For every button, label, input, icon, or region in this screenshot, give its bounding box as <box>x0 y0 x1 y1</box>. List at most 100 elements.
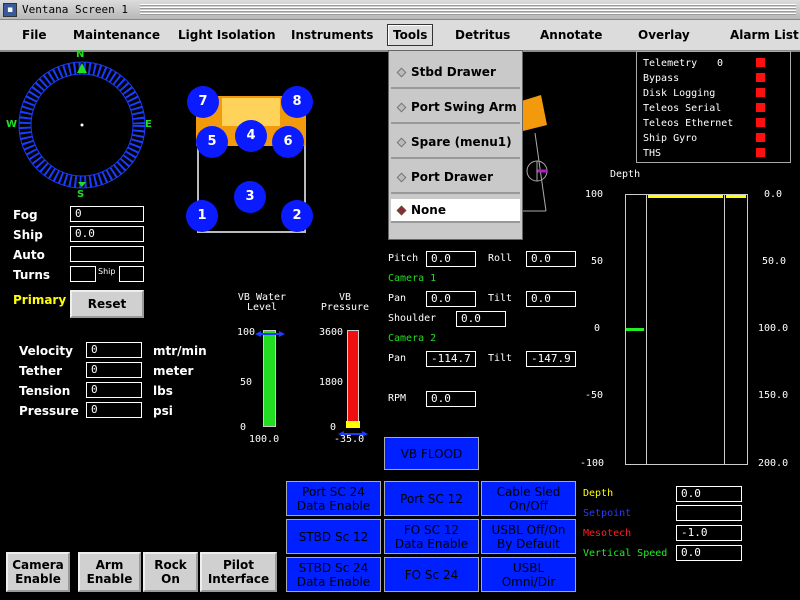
arm-enable-button[interactable]: Arm Enable <box>78 552 141 592</box>
setpoint-readout-field[interactable] <box>676 505 742 521</box>
menu-light-isolation[interactable]: Light Isolation <box>178 28 276 42</box>
tether-field[interactable]: 0 <box>86 362 142 378</box>
reset-turn-button[interactable]: Reset Turn <box>70 290 144 335</box>
depth-trace <box>648 195 723 198</box>
pitch-field[interactable]: 0.0 <box>426 251 476 267</box>
arm-enable-line2: Enable <box>86 572 133 586</box>
cam2-tilt-field[interactable]: -147.9 <box>526 351 576 367</box>
tether-unit: meter <box>153 364 194 378</box>
shoulder-field[interactable]: 0.0 <box>456 311 506 327</box>
usbl-off-on-button[interactable]: USBL Off/On By Default <box>481 519 576 554</box>
fog-field[interactable]: 0 <box>70 206 144 222</box>
depth-left-tick-3: -50 <box>585 390 604 401</box>
fo-sc24-button[interactable]: FO Sc 24 <box>384 557 479 592</box>
ship-field[interactable]: 0.0 <box>70 226 144 242</box>
fo-sc12-button[interactable]: FO SC 12 Data Enable <box>384 519 479 554</box>
status-panel: Telemetry 0 Bypass Disk Logging Teleos S… <box>636 51 791 163</box>
vspeed-readout-field[interactable]: 0.0 <box>676 545 742 561</box>
pilot-interface-button[interactable]: Pilot Interface <box>200 552 277 592</box>
cam2-pan-field[interactable]: -114.7 <box>426 351 476 367</box>
fo-sc12-line2: Data Enable <box>394 536 469 551</box>
tools-item-spare-menu1[interactable]: Spare (menu1) <box>391 126 520 159</box>
turns-ship-field[interactable] <box>119 266 144 282</box>
camera-enable-button[interactable]: Camera Enable <box>6 552 70 592</box>
port-sc12-button[interactable]: Port SC 12 <box>384 481 479 516</box>
rock-on-line2: On <box>161 572 180 586</box>
tools-item-port-swing-arm[interactable]: Port Swing Arm <box>391 91 520 124</box>
title-bar-grip <box>140 4 796 16</box>
mesotech-readout-field[interactable]: -1.0 <box>676 525 742 541</box>
radio-diamond-icon <box>396 102 407 113</box>
cable-sled-line1: Cable Sled <box>496 484 561 499</box>
pilot-interface-line2: Interface <box>207 572 270 586</box>
status-disk-logging-label: Disk Logging <box>643 88 716 99</box>
rock-on-button[interactable]: Rock On <box>143 552 198 592</box>
usbl-omni-dir-line1: USBL <box>512 560 545 575</box>
port-sc24-line2: Data Enable <box>296 498 371 513</box>
menu-tools[interactable]: Tools <box>387 24 434 46</box>
title-bar[interactable]: ▪ Ventana Screen 1 <box>0 0 800 20</box>
window-menu-icon[interactable]: ▪ <box>3 3 17 17</box>
tools-item-stbd-drawer[interactable]: Stbd Drawer <box>391 56 520 89</box>
velocity-field[interactable]: 0 <box>86 342 142 358</box>
status-telemetry-led <box>756 58 765 67</box>
vb-pressure-bar-fill <box>348 331 358 426</box>
tools-item-label: Port Drawer <box>411 170 493 184</box>
auto-field[interactable] <box>70 246 144 262</box>
tension-field[interactable]: 0 <box>86 382 142 398</box>
thruster-5[interactable]: 5 <box>196 126 228 158</box>
pressure-label: Pressure <box>19 404 79 418</box>
thruster-3[interactable]: 3 <box>234 181 266 213</box>
menu-instruments[interactable]: Instruments <box>291 28 373 42</box>
cam1-pan-field[interactable]: 0.0 <box>426 291 476 307</box>
fog-label: Fog <box>13 208 38 222</box>
thruster-6[interactable]: 6 <box>272 126 304 158</box>
usbl-omni-dir-button[interactable]: USBL Omni/Dir <box>481 557 576 592</box>
menu-alarm-list[interactable]: Alarm List <box>730 28 799 42</box>
status-ths-label: THS <box>643 148 662 159</box>
turns-field[interactable] <box>70 266 96 282</box>
tools-item-port-drawer[interactable]: Port Drawer <box>391 161 520 194</box>
tether-label: Tether <box>19 364 63 378</box>
menu-annotate[interactable]: Annotate <box>540 28 602 42</box>
cam2-pan-label: Pan <box>388 353 407 364</box>
tools-item-label: Stbd Drawer <box>411 65 496 79</box>
shoulder-label: Shoulder <box>388 313 437 324</box>
menu-maintenance[interactable]: Maintenance <box>73 28 160 42</box>
camera-enable-line1: Camera <box>12 558 64 572</box>
depth-left-tick-1: 50 <box>591 256 604 267</box>
vb-pressure-title-line2: Pressure <box>320 302 370 313</box>
depth-readout-field[interactable]: 0.0 <box>676 486 742 502</box>
camera1-label: Camera 1 <box>388 273 437 284</box>
arm-enable-line1: Arm <box>95 558 124 572</box>
radio-diamond-icon <box>396 137 407 148</box>
status-ship-gyro-label: Ship Gyro <box>643 133 698 144</box>
vb-water-bar-track <box>263 330 276 427</box>
cam1-tilt-field[interactable]: 0.0 <box>526 291 576 307</box>
thruster-4[interactable]: 4 <box>235 120 267 152</box>
thruster-1[interactable]: 1 <box>186 200 218 232</box>
rpm-field[interactable]: 0.0 <box>426 391 476 407</box>
roll-field[interactable]: 0.0 <box>526 251 576 267</box>
port-sc24-button[interactable]: Port SC 24 Data Enable <box>286 481 381 516</box>
cable-sled-button[interactable]: Cable Sled On/Off <box>481 481 576 516</box>
tools-item-none[interactable]: None <box>391 199 520 223</box>
port-sc24-line1: Port SC 24 <box>302 484 365 499</box>
tension-unit: lbs <box>153 384 173 398</box>
stbd-sc12-button[interactable]: STBD Sc 12 <box>286 519 381 554</box>
thruster-7[interactable]: 7 <box>187 86 219 118</box>
status-ship-gyro-led <box>756 133 765 142</box>
depth-readout-label: Depth <box>583 488 614 499</box>
compass-s-label: S <box>77 189 85 200</box>
pressure-field[interactable]: 0 <box>86 402 142 418</box>
stbd-sc24-button[interactable]: STBD Sc 24 Data Enable <box>286 557 381 592</box>
pilot-interface-line1: Pilot <box>222 558 254 572</box>
thruster-8[interactable]: 8 <box>281 86 313 118</box>
thruster-2[interactable]: 2 <box>281 200 313 232</box>
stbd-sc24-line1: STBD Sc 24 <box>298 560 369 575</box>
vb-flood-button[interactable]: VB FLOOD <box>384 437 479 470</box>
menu-file[interactable]: File <box>22 28 47 42</box>
menu-overlay[interactable]: Overlay <box>638 28 690 42</box>
setpoint-marker <box>626 328 644 332</box>
menu-detritus[interactable]: Detritus <box>455 28 510 42</box>
